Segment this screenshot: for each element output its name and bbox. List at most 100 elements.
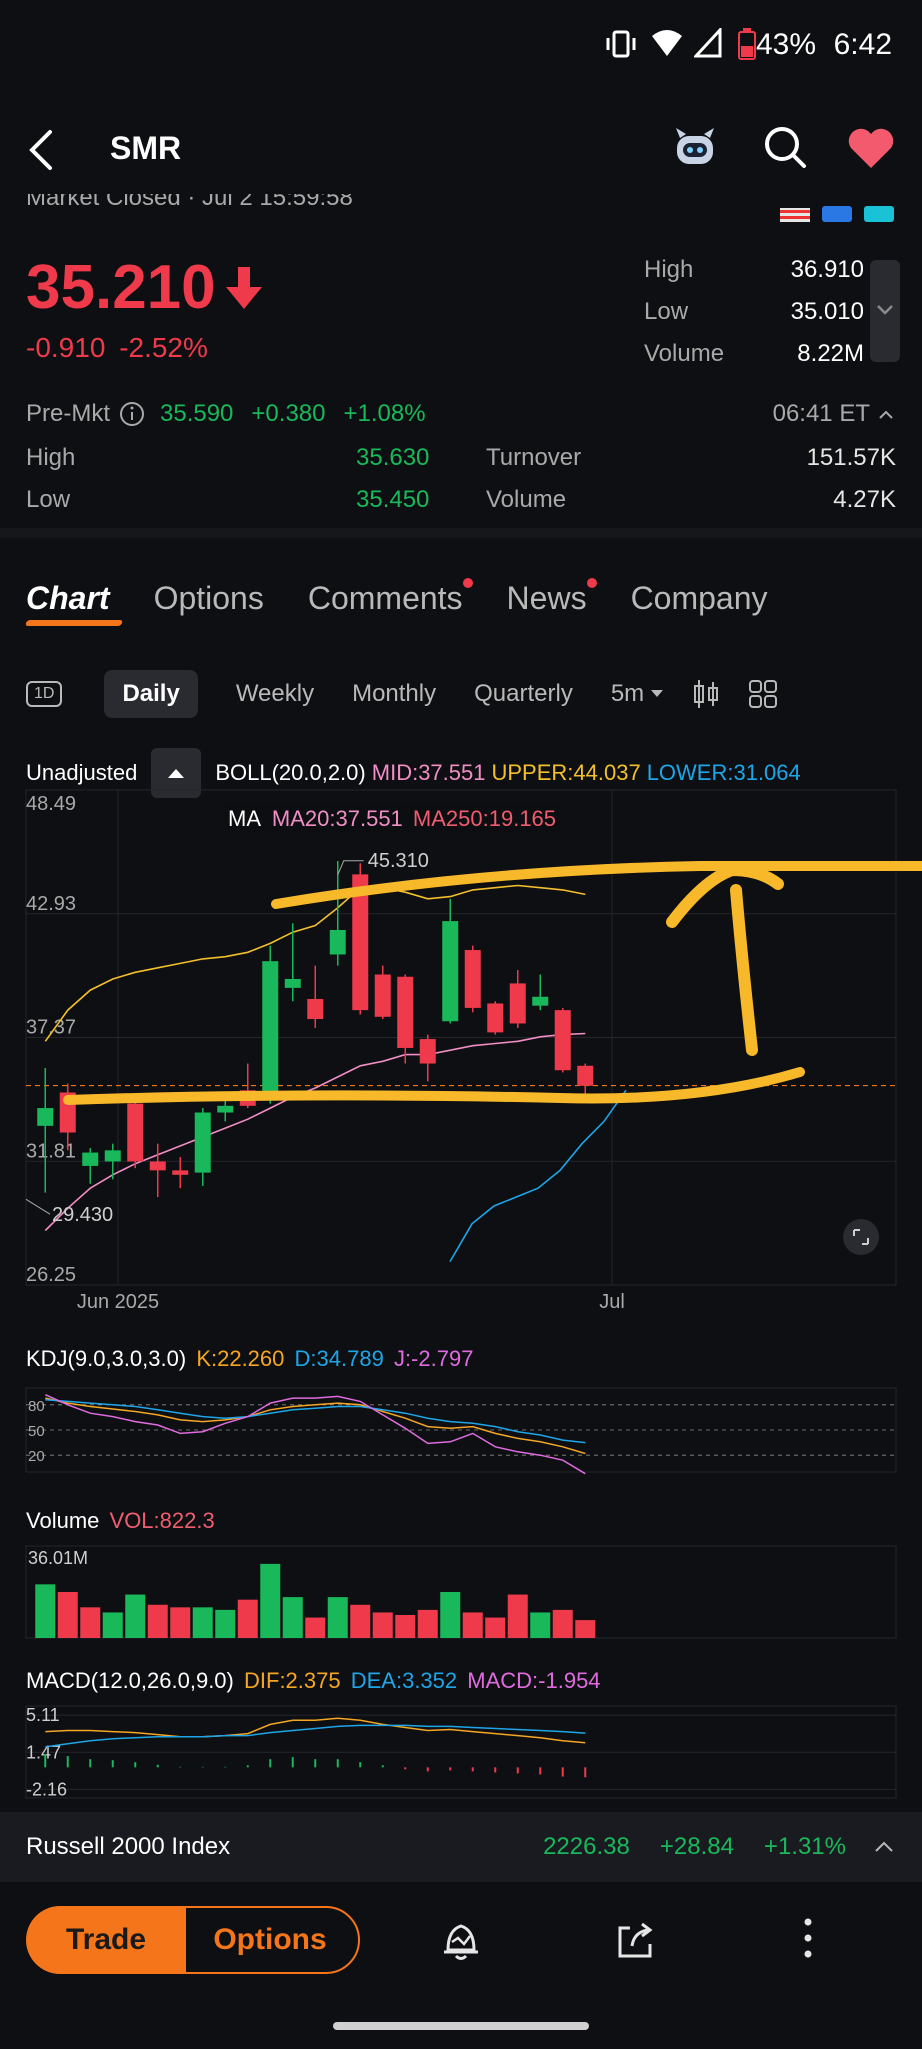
turnover-value: 151.57K — [806, 444, 896, 471]
action-bar: Trade Options — [0, 1882, 922, 2049]
notification-dot — [586, 578, 597, 588]
kdj-tick-label: 80 — [28, 1398, 45, 1415]
volume-label: Volume — [644, 340, 725, 367]
macd-hist: MACD:-1.954 — [467, 1668, 601, 1693]
low-label: Low — [644, 298, 689, 325]
ma-legend: MA MA20:37.551 MA250:19.165 — [224, 804, 561, 834]
back-icon[interactable] — [26, 128, 56, 172]
low-value: 35.010 — [790, 298, 864, 325]
caret-down-icon[interactable] — [650, 689, 664, 699]
series-line-lower-band — [449, 1089, 627, 1263]
wifi-icon — [652, 30, 682, 56]
premarket-low: 35.450 — [356, 486, 430, 513]
kdj-tick-label: 50 — [28, 1423, 45, 1440]
share-icon[interactable] — [612, 1916, 658, 1962]
battery-percent: 43% — [755, 28, 816, 61]
candle-body — [127, 1103, 144, 1162]
period-1d[interactable]: 1D — [26, 681, 63, 707]
candle-body — [217, 1105, 234, 1113]
info-icon[interactable] — [118, 400, 146, 428]
options-button[interactable]: Options — [180, 1906, 360, 1974]
more-options-icon[interactable] — [796, 1916, 820, 1962]
volume-bar — [102, 1612, 123, 1638]
candlestick-type-icon[interactable] — [692, 678, 720, 710]
macd-dea: DEA:3.352 — [350, 1668, 458, 1693]
x-tick-label: Jul — [599, 1291, 625, 1313]
low-annotation: 29.430 — [52, 1204, 113, 1226]
candle-body — [397, 976, 414, 1048]
status-time: 6:42 — [833, 28, 892, 61]
premarket-high: 35.630 — [356, 444, 430, 471]
macd-line-DIF — [45, 1717, 586, 1744]
chevron-down-icon — [877, 305, 893, 315]
tab-chart[interactable]: Chart — [26, 580, 110, 617]
favorite-heart-icon[interactable] — [846, 126, 896, 170]
candle-body — [194, 1112, 211, 1173]
section-divider — [0, 528, 922, 538]
volume-chart-value: VOL:822.3 — [109, 1508, 215, 1533]
tab-options[interactable]: Options — [154, 580, 264, 617]
volume-bar — [417, 1609, 438, 1638]
period-weekly[interactable]: Weekly — [236, 680, 314, 708]
volume-bar — [260, 1563, 281, 1638]
ma250-value: MA250:19.165 — [412, 806, 557, 831]
grid-layout-icon[interactable] — [748, 679, 778, 709]
kdj-legend: KDJ(9.0,3.0,3.0) K:22.260 D:34.789 J:-2.… — [26, 1346, 473, 1372]
section-tabs: Chart Options Comments News Company — [26, 578, 812, 617]
kdj-label: KDJ(9.0,3.0,3.0) — [26, 1346, 187, 1371]
market-status-clip: Market Closed · Jul 2 15:59:58 — [26, 194, 426, 220]
macd-chart[interactable]: 5.111.47-2.16 — [0, 1702, 922, 1802]
price-alert-icon[interactable] — [438, 1916, 484, 1962]
period-quarterly[interactable]: Quarterly — [474, 680, 573, 708]
volume-chart[interactable]: 36.01M — [0, 1542, 922, 1642]
candle-body — [104, 1150, 121, 1162]
low-annotation-leader — [25, 1198, 51, 1215]
trade-button[interactable]: Trade — [26, 1906, 186, 1974]
expand-stats-button[interactable] — [870, 260, 900, 362]
volume-value: 8.22M — [797, 340, 864, 367]
index-ticker-bar[interactable]: Russell 2000 Index 2226.38 +28.84 +1.31% — [0, 1812, 922, 1882]
volume-bar — [125, 1594, 146, 1638]
tab-comments[interactable]: Comments — [308, 578, 473, 617]
period-interval[interactable]: 5m — [611, 680, 644, 708]
candle-body — [307, 998, 324, 1020]
chevron-up-icon[interactable] — [872, 1837, 896, 1857]
search-icon[interactable] — [762, 124, 808, 170]
candle-body — [487, 1003, 504, 1033]
y-tick-label: 26.25 — [26, 1264, 76, 1286]
status-bar: 43% 6:42 — [0, 0, 922, 92]
kdj-k: K:22.260 — [196, 1346, 285, 1371]
candlestick-chart[interactable]: 48.49 42.93 37.37 31.81 26.25Jun 2025 Jul 45.3… — [0, 780, 922, 1320]
candle-body — [532, 996, 549, 1006]
period-monthly[interactable]: Monthly — [352, 680, 436, 708]
volume-legend: Volume VOL:822.3 — [26, 1508, 215, 1534]
candle-body — [442, 921, 459, 1022]
volume-bar — [575, 1620, 596, 1638]
volume-bar — [192, 1607, 213, 1638]
volume-bar — [552, 1609, 573, 1638]
volume-bar — [35, 1584, 56, 1638]
chevron-up-icon[interactable] — [876, 404, 896, 424]
drawn-up-arrow — [666, 863, 784, 1056]
macd-tick-label: -2.16 — [26, 1779, 67, 1799]
y-tick-label: 37.37 — [26, 1017, 76, 1039]
candle-body — [329, 929, 346, 955]
macd-dif: DIF:2.375 — [244, 1668, 341, 1693]
price-change: -0.910 -2.52% — [26, 332, 208, 364]
caret-up-icon — [168, 769, 185, 778]
tab-company[interactable]: Company — [631, 580, 768, 617]
market-status: Market Closed · Jul 2 15:59:58 — [26, 194, 353, 211]
period-daily[interactable]: Daily — [104, 670, 198, 718]
candle-body — [374, 974, 391, 1017]
volume-bar — [507, 1594, 528, 1638]
home-indicator[interactable] — [333, 2022, 589, 2030]
tab-news[interactable]: News — [507, 578, 597, 617]
kdj-tick-label: 20 — [28, 1448, 45, 1465]
kdj-chart[interactable]: 80 50 20 — [0, 1380, 922, 1480]
index-change-percent: +1.31% — [763, 1833, 846, 1860]
robot-assistant-icon[interactable] — [672, 126, 718, 172]
volume-bar — [237, 1599, 258, 1638]
candle-body — [284, 978, 301, 988]
candle-body — [419, 1039, 436, 1064]
y-tick-label: 31.81 — [26, 1140, 76, 1162]
